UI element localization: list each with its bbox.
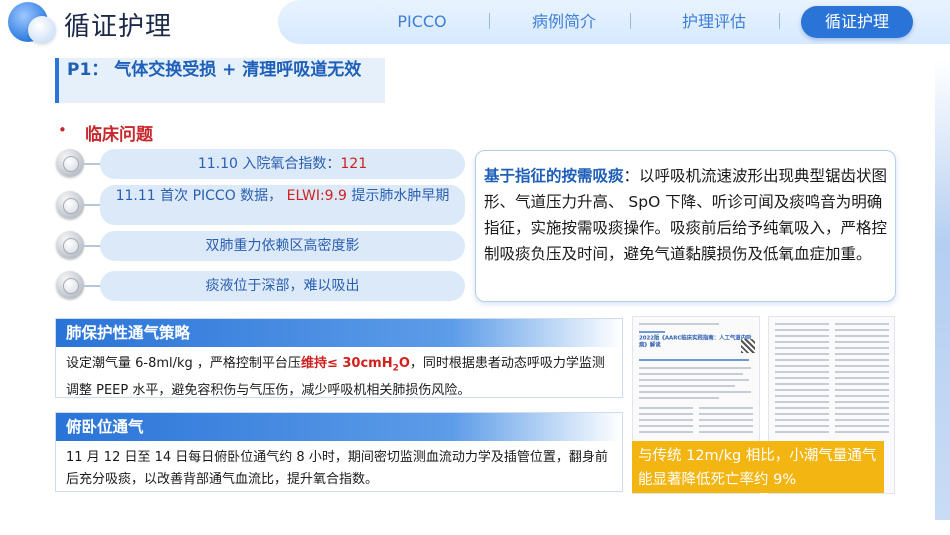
clinical-issue-item: 11.10 入院氧合指数： 121 [100, 149, 465, 179]
right-accent-bar [935, 60, 950, 520]
clinical-issue-item: 痰液位于深部，难以吸出 [100, 271, 465, 301]
issue-text-after: 提示肺水肿早期 [351, 188, 450, 204]
bullet-icon: • [58, 121, 67, 139]
nav-tab-nursing-assessment[interactable]: 护理评估 [674, 10, 754, 34]
issue-text: 双肺重力依赖区高密度影 [205, 237, 360, 254]
strategy-prone-ventilation: 俯卧位通气 11 月 12 日至 14 日每日俯卧位通气约 8 小时，期间密切监… [55, 412, 623, 492]
nav-divider [779, 13, 780, 29]
paper-heading: 2022版《AARC临床实践指南：人工气道内吸痰》解读 [639, 335, 752, 349]
suction-info-box: 基于指征的按需吸痰：以呼吸机流速波形出现典型锯齿状图形、气道压力升高、 SpO … [475, 150, 896, 302]
nav-tab-evidence-nursing[interactable]: 循证护理 [801, 6, 913, 38]
issue-highlight: ELWI:9.9 [286, 188, 347, 204]
info-highlight: 基于指征的按需吸痰 [484, 167, 624, 185]
strategy-text: 设定潮气量 6-8ml/kg ，严格控制平台压 [66, 356, 301, 371]
strategy-title: 俯卧位通气 [56, 413, 622, 441]
strategy-body: 设定潮气量 6-8ml/kg ，严格控制平台压维持≤ 30cmH2O，同时根据患… [56, 347, 622, 408]
issue-highlight: 121 [340, 155, 368, 172]
clinical-issue-item: 双肺重力依赖区高密度影 [100, 231, 465, 261]
nav-tab-case-intro[interactable]: 病例简介 [524, 10, 604, 34]
nav-bar: PICCO 病例简介 护理评估 循证护理 [278, 0, 950, 44]
clinical-heading: 临床问题 [85, 125, 153, 145]
nav-tab-picco[interactable]: PICCO [390, 10, 454, 34]
issue-circle-icon [56, 231, 84, 259]
page-title: 循证护理 [64, 12, 173, 42]
issue-circle-icon [56, 191, 84, 219]
issue-text: 11.11 首次 PICCO 数据， [115, 188, 283, 204]
strategy-body: 11 月 12 日至 14 日每日俯卧位通气约 8 小时，期间密切监测血流动力学… [66, 450, 608, 487]
logo-circles-icon [8, 2, 58, 44]
nav-divider [630, 13, 631, 29]
strategy-highlight: 维持≤ 30cmH2O [300, 356, 410, 374]
strategy-title: 肺保护性通气策略 [56, 319, 622, 347]
issue-text: 11.10 入院氧合指数： [197, 155, 341, 172]
problem-title: P1： 气体交换受损 + 清理呼吸道无效 [67, 60, 362, 80]
nav-divider [489, 13, 490, 29]
issue-circle-icon [56, 271, 84, 299]
header: 循证护理 PICCO 病例简介 护理评估 循证护理 [0, 0, 950, 45]
evidence-note: 与传统 12m/kg 相比，小潮气量通气能显著降低死亡率约 9% [632, 441, 884, 493]
problem-title-box: P1： 气体交换受损 + 清理呼吸道无效 [55, 58, 385, 103]
issue-circle-icon [56, 149, 84, 177]
issue-text: 痰液位于深部，难以吸出 [205, 277, 360, 294]
clinical-issue-item: 11.11 首次 PICCO 数据， ELWI:9.9 提示肺水肿早期 [100, 185, 465, 225]
strategy-lung-protective: 肺保护性通气策略 设定潮气量 6-8ml/kg ，严格控制平台压维持≤ 30cm… [55, 318, 623, 398]
qr-code-icon [741, 339, 755, 353]
